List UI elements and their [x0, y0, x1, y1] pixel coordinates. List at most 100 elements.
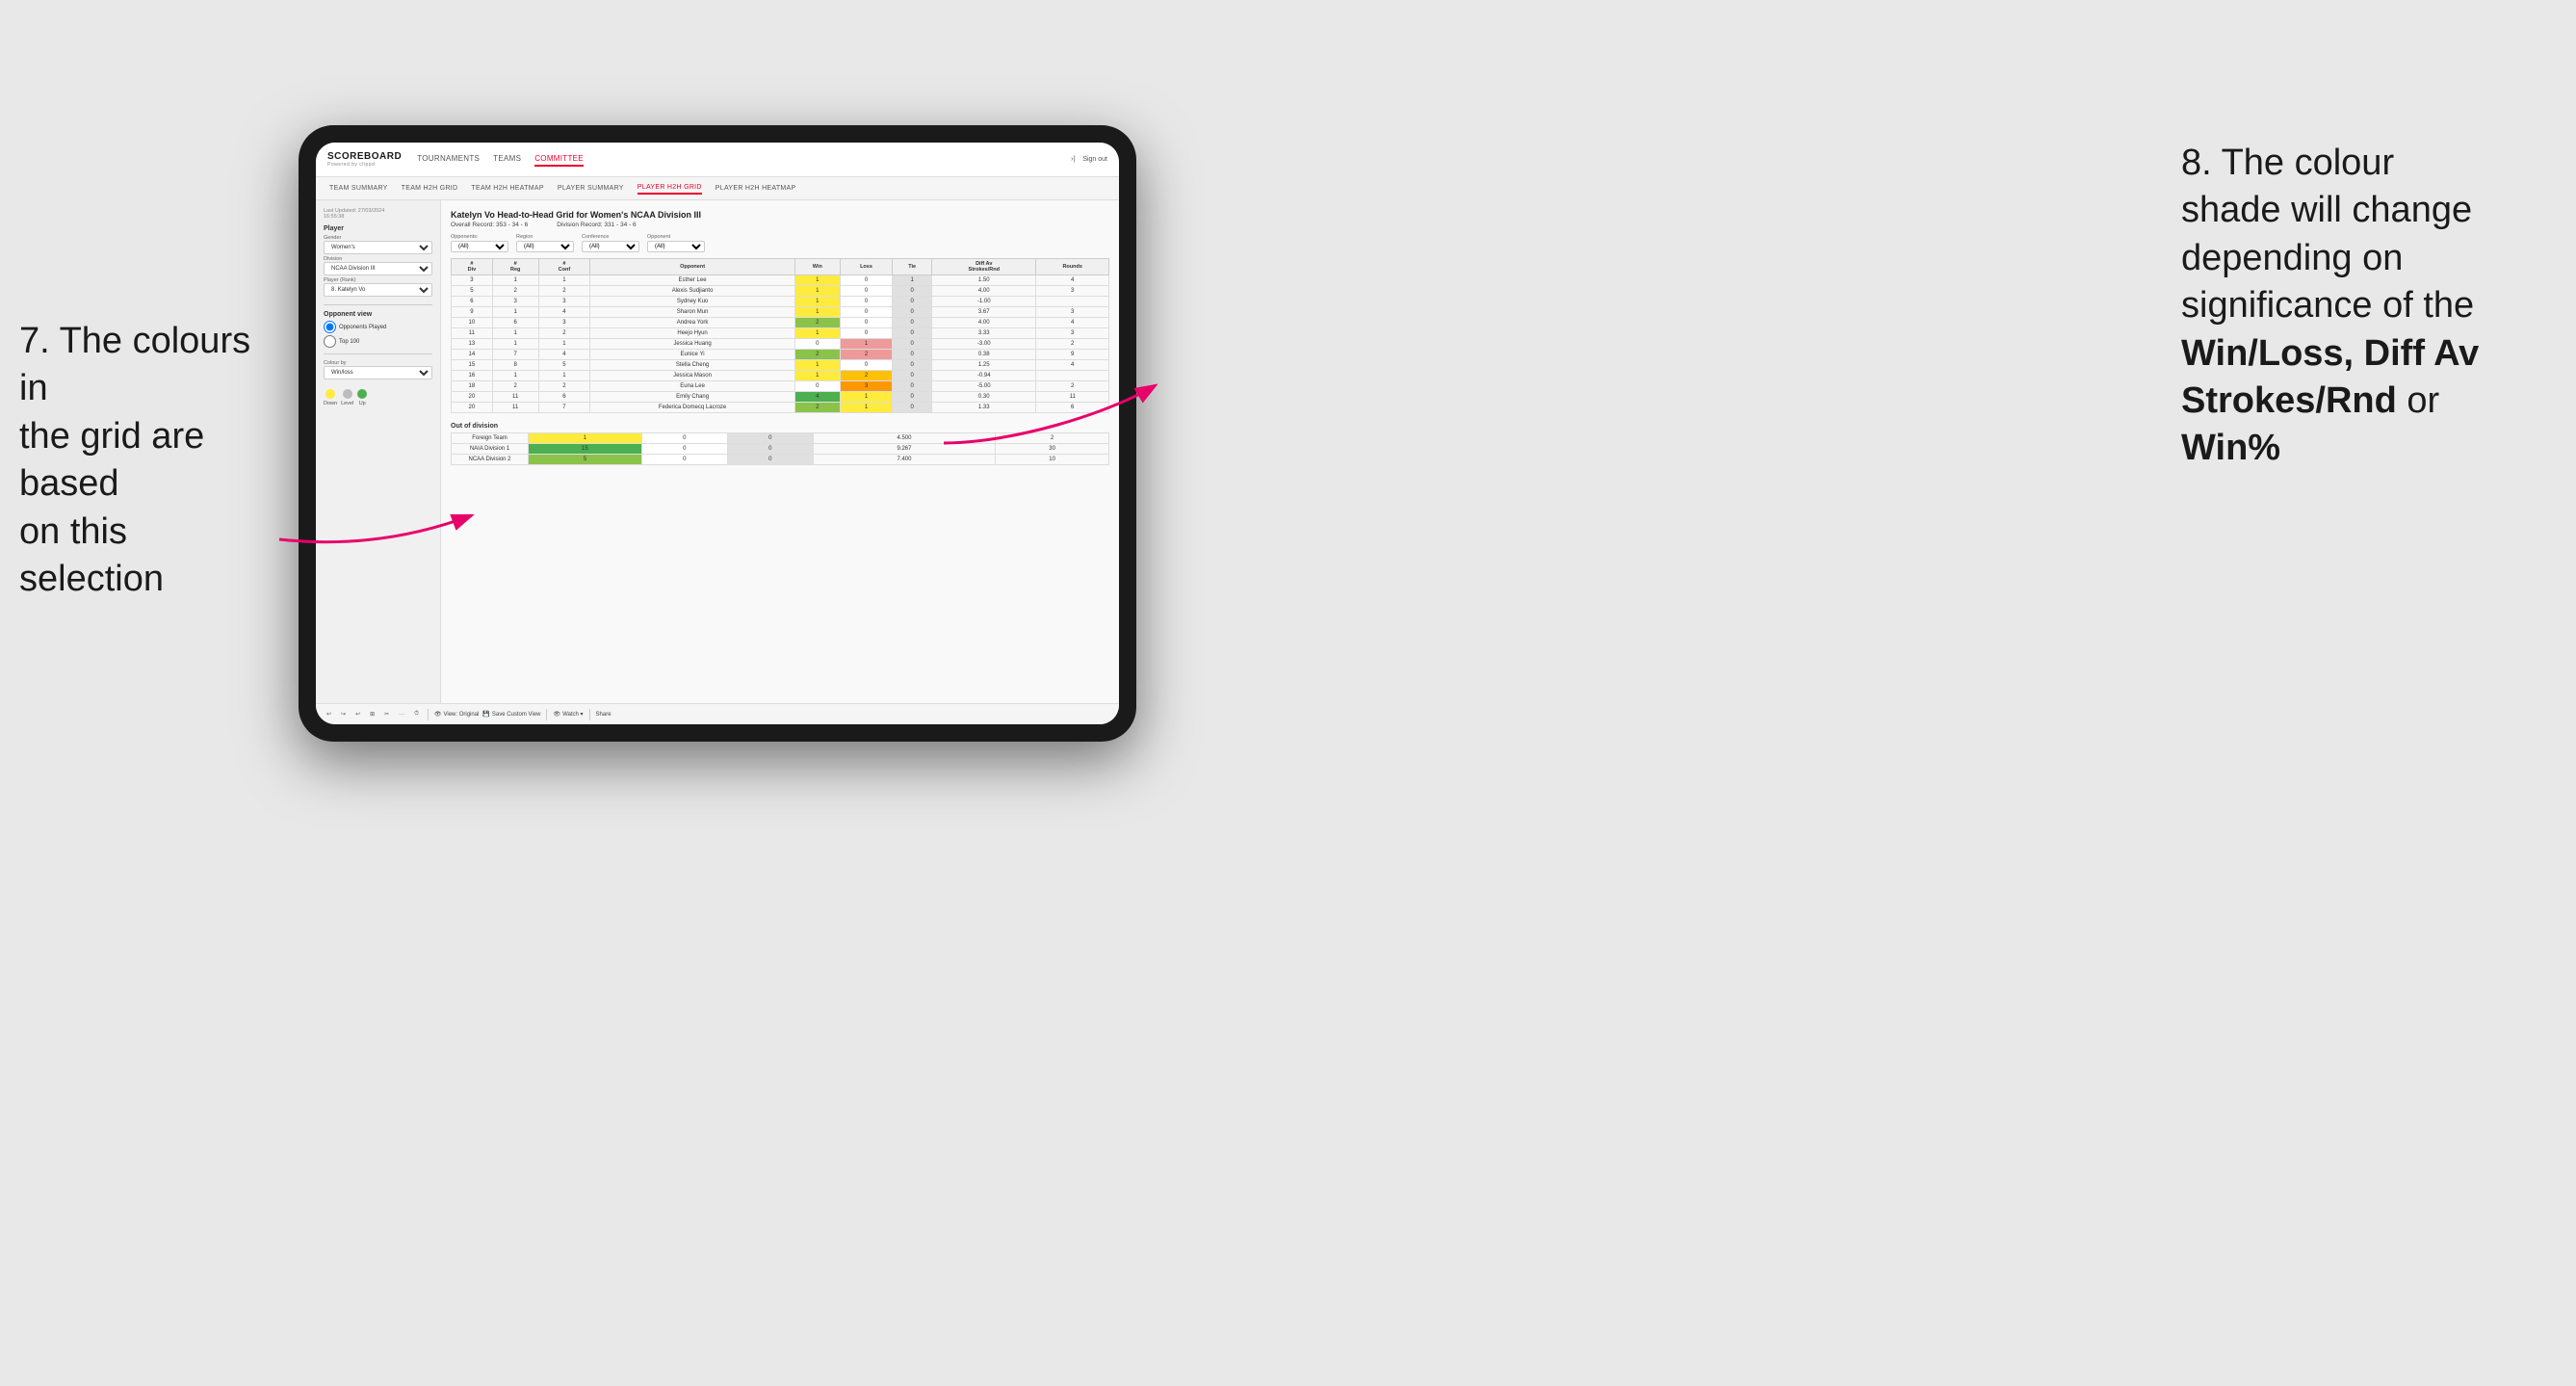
- player-rank-select[interactable]: 8. Katelyn Vo: [324, 283, 432, 297]
- nav-items: TOURNAMENTS TEAMS COMMITTEE: [417, 152, 1071, 167]
- table-row: 1822 Euna Lee 0 3 0 -5.00 2: [452, 381, 1109, 392]
- colour-dot-up: [357, 389, 367, 399]
- share-label: Share: [596, 712, 611, 718]
- col-win: Win: [794, 259, 840, 275]
- filter-opponent: Opponent (All): [647, 234, 705, 252]
- colour-label-up: Up: [359, 401, 366, 406]
- filter-opponents-select[interactable]: (All): [451, 241, 508, 252]
- colour-dot-level: [343, 389, 352, 399]
- nav-tournaments[interactable]: TOURNAMENTS: [417, 152, 480, 167]
- filter-conference-label: Conference: [582, 234, 639, 240]
- col-reg: #Reg: [492, 259, 538, 275]
- grid-title: Katelyn Vo Head-to-Head Grid for Women's…: [451, 210, 1109, 220]
- view-original-button[interactable]: 👁 View: Original: [434, 711, 480, 718]
- table-row: 20117 Federica Domecq Lacroze 2 1 0 1.33…: [452, 403, 1109, 413]
- timer-button[interactable]: ⏱: [411, 710, 422, 719]
- watch-label: Watch ▾: [562, 711, 583, 718]
- ood-row: Foreign Team 1 0 0 4.500 2: [452, 433, 1109, 444]
- filter-opponent-select[interactable]: (All): [647, 241, 705, 252]
- table-row: 1585 Stella Cheng 1 0 0 1.25 4: [452, 360, 1109, 371]
- table-row: 20116 Emily Chang 4 1 0 0.30 11: [452, 392, 1109, 403]
- filter-conference-select[interactable]: (All): [582, 241, 639, 252]
- filter-conference: Conference (All): [582, 234, 639, 252]
- grid-button[interactable]: ⊞: [367, 710, 377, 719]
- cut-button[interactable]: ✂: [381, 710, 392, 719]
- view-original-label: View: Original: [443, 712, 479, 718]
- last-updated: Last Updated: 27/03/2024 16:55:38: [324, 208, 432, 220]
- view-icon: 👁: [434, 711, 442, 718]
- colour-label-down: Down: [324, 401, 337, 406]
- nav-right: ›| Sign out: [1071, 156, 1107, 163]
- main-data-table: #Div #Reg #Conf Opponent Win Loss Tie Di…: [451, 258, 1109, 413]
- col-tie: Tie: [893, 259, 932, 275]
- opponent-view-radios: Opponents Played Top 100: [324, 321, 432, 348]
- filter-opponents: Opponents: (All): [451, 234, 508, 252]
- save-custom-label: Save Custom View: [492, 712, 541, 718]
- bottom-toolbar: ↩ ↪ ↩ ⊞ ✂ ··· ⏱ 👁 View: Original 💾 Save …: [316, 703, 1119, 724]
- colour-legend: Down Level Up: [324, 389, 432, 406]
- redo-button[interactable]: ↪: [338, 710, 349, 719]
- table-row: 522 Alexis Sudjianto 1 0 0 4.00 3: [452, 286, 1109, 297]
- col-rounds: Rounds: [1036, 259, 1109, 275]
- table-row: 633 Sydney Kuo 1 0 0 -1.00: [452, 297, 1109, 307]
- left-panel: Last Updated: 27/03/2024 16:55:38 Player…: [316, 200, 441, 703]
- watch-button[interactable]: 👁 Watch ▾: [553, 711, 583, 718]
- opponent-view-label: Opponent view: [324, 311, 432, 318]
- filters-row: Opponents: (All) Region (All) Conference: [451, 234, 1109, 252]
- save-icon: 💾: [482, 711, 489, 718]
- colour-dot-down: [325, 389, 335, 399]
- sub-nav-team-h2h-heatmap[interactable]: TEAM H2H HEATMAP: [471, 183, 543, 194]
- colour-level: Level: [341, 389, 353, 406]
- main-content: Last Updated: 27/03/2024 16:55:38 Player…: [316, 200, 1119, 703]
- filter-region-select[interactable]: (All): [516, 241, 574, 252]
- filter-opponent-label: Opponent: [647, 234, 705, 240]
- division-record: 331 - 34 - 6: [604, 222, 636, 228]
- back-button[interactable]: ↩: [352, 710, 363, 719]
- filter-region-label: Region: [516, 234, 574, 240]
- sub-nav-team-h2h-grid[interactable]: TEAM H2H GRID: [402, 183, 458, 194]
- ood-row: NCAA Division 2 5 0 0 7.400 10: [452, 455, 1109, 465]
- share-button[interactable]: Share: [596, 712, 611, 718]
- tablet-frame: SCOREBOARD Powered by clippd TOURNAMENTS…: [299, 125, 1136, 742]
- table-row: 1311 Jessica Huang 0 1 0 -3.00 2: [452, 339, 1109, 350]
- col-loss: Loss: [840, 259, 893, 275]
- dots-button[interactable]: ···: [396, 711, 407, 719]
- sub-nav-player-summary[interactable]: PLAYER SUMMARY: [558, 183, 624, 194]
- table-row: 1112 Heejo Hyun 1 0 0 3.33 3: [452, 328, 1109, 339]
- ood-row: NAIA Division 1 15 0 0 9.267 30: [452, 444, 1109, 455]
- col-conf: #Conf: [538, 259, 590, 275]
- tablet-screen: SCOREBOARD Powered by clippd TOURNAMENTS…: [316, 143, 1119, 724]
- colour-down: Down: [324, 389, 337, 406]
- sub-nav-player-h2h-heatmap[interactable]: PLAYER H2H HEATMAP: [716, 183, 796, 194]
- eye-icon: 👁: [553, 711, 560, 718]
- out-of-division-label: Out of division: [451, 423, 1109, 430]
- radio-top100[interactable]: Top 100: [324, 335, 432, 348]
- right-panel: Katelyn Vo Head-to-Head Grid for Women's…: [441, 200, 1119, 703]
- undo-button[interactable]: ↩: [324, 710, 334, 719]
- nav-teams[interactable]: TEAMS: [493, 152, 521, 167]
- signin-icon: ›|: [1071, 156, 1075, 163]
- division-record-label: Division Record:: [557, 222, 602, 228]
- sub-nav-player-h2h-grid[interactable]: PLAYER H2H GRID: [637, 182, 702, 195]
- overall-record: 353 - 34 - 6: [496, 222, 528, 228]
- table-row: 311 Esther Lee 1 0 1 1.50 4: [452, 275, 1109, 286]
- colour-by-select[interactable]: Win/loss: [324, 366, 432, 379]
- colour-label-level: Level: [341, 401, 353, 406]
- grid-record: Overall Record: 353 - 34 - 6 Division Re…: [451, 222, 1109, 228]
- radio-opponents-played[interactable]: Opponents Played: [324, 321, 432, 333]
- col-diff: Diff AvStrokes/Rnd: [932, 259, 1036, 275]
- toolbar-divider-2: [546, 709, 547, 720]
- signout-link[interactable]: Sign out: [1082, 156, 1107, 163]
- player-section-title: Player: [324, 225, 432, 232]
- nav-bar: SCOREBOARD Powered by clippd TOURNAMENTS…: [316, 143, 1119, 177]
- gender-select[interactable]: Women's: [324, 241, 432, 254]
- division-select[interactable]: NCAA Division III: [324, 262, 432, 275]
- table-row: 1611 Jessica Mason 1 2 0 -0.94: [452, 371, 1109, 381]
- sub-nav-team-summary[interactable]: TEAM SUMMARY: [329, 183, 388, 194]
- col-opponent: Opponent: [590, 259, 795, 275]
- nav-committee[interactable]: COMMITTEE: [534, 152, 584, 167]
- toolbar-divider-1: [428, 709, 429, 720]
- table-row: 1063 Andrea York 2 0 0 4.00 4: [452, 318, 1109, 328]
- save-custom-button[interactable]: 💾 Save Custom View: [482, 711, 540, 718]
- filter-opponents-label: Opponents:: [451, 234, 508, 240]
